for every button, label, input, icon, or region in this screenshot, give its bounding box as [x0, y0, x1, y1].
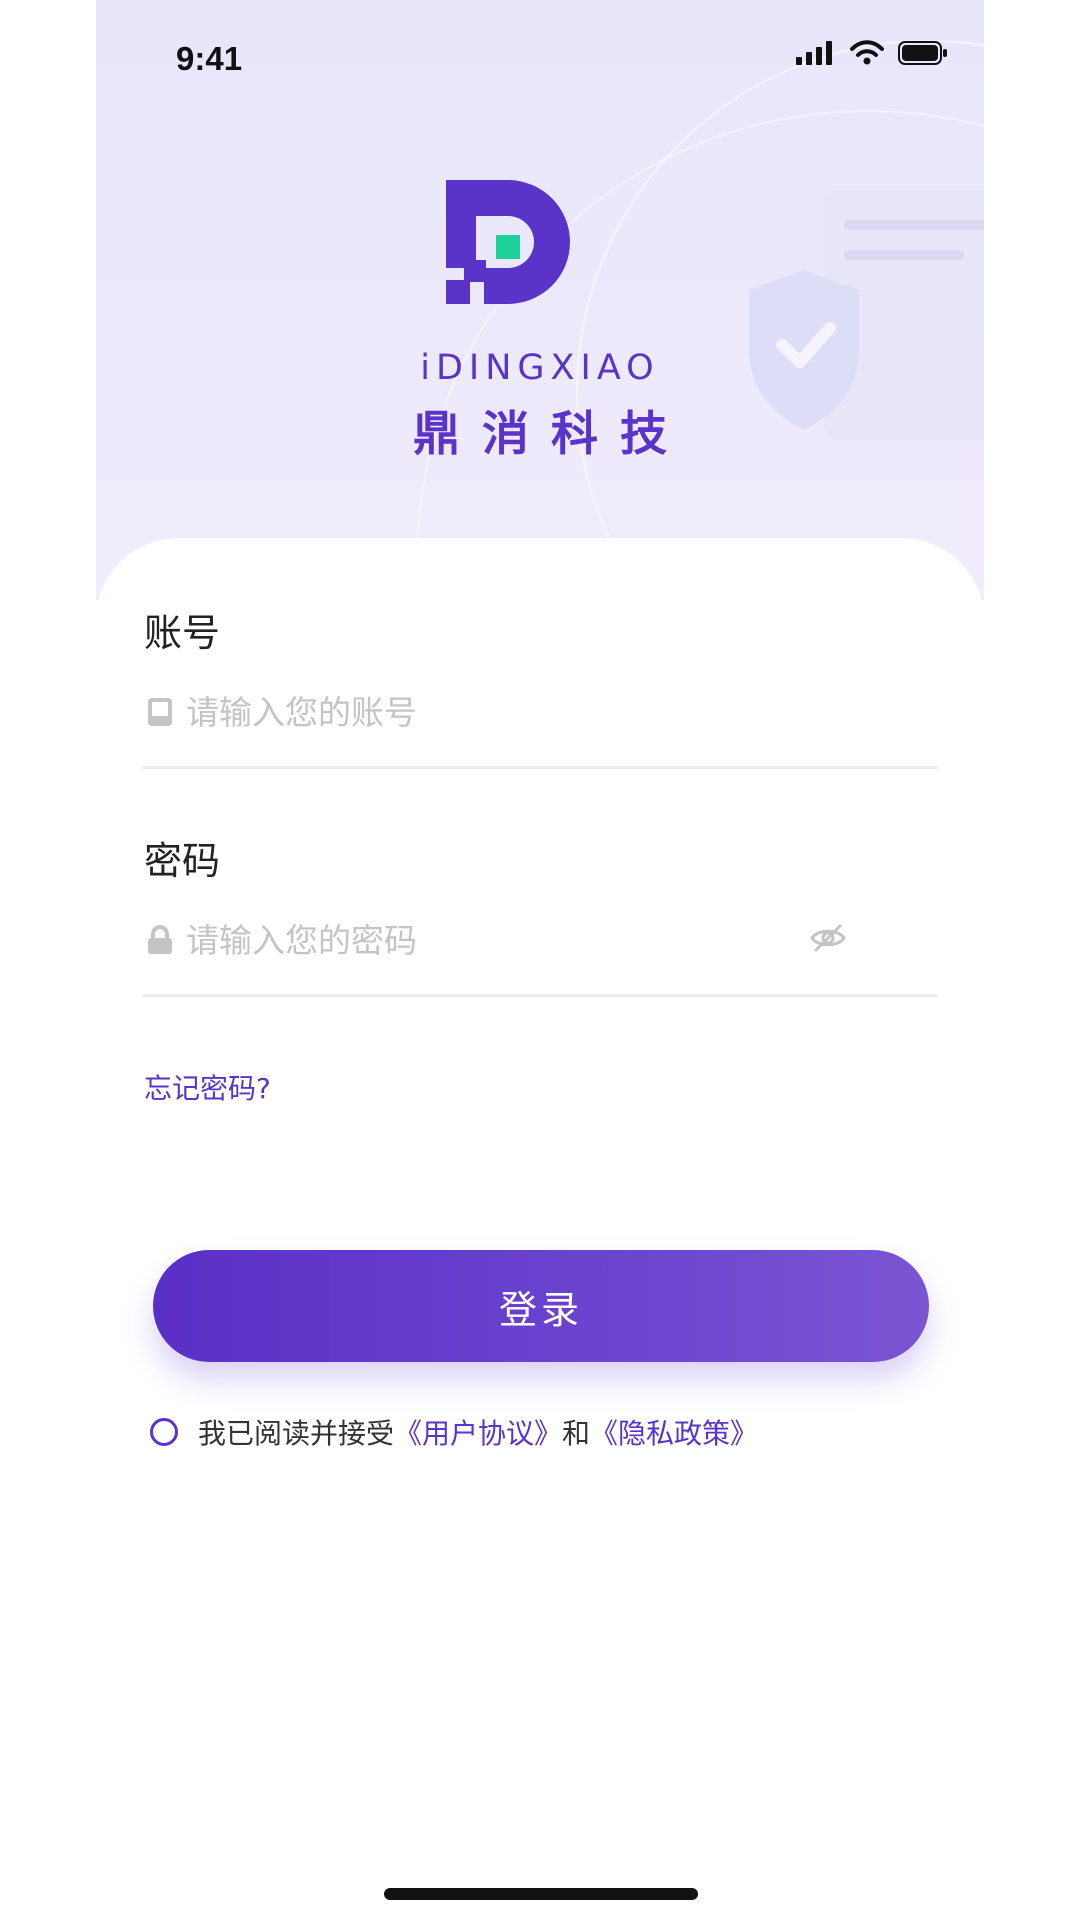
- brand-name-english: iDINGXIAO: [420, 348, 660, 388]
- battery-icon: [898, 41, 947, 65]
- signal-icon: [796, 41, 832, 65]
- account-input[interactable]: [186, 692, 938, 732]
- agreement-row: 我已阅读并接受 《用户协议》 和 《隐私政策》: [150, 1412, 758, 1452]
- privacy-policy-link[interactable]: 《隐私政策》: [590, 1412, 758, 1452]
- lock-icon: [144, 924, 176, 956]
- phone-icon: [144, 696, 176, 728]
- agreement-conjunction: 和: [562, 1417, 591, 1450]
- status-icons: [796, 40, 948, 66]
- login-button[interactable]: 登录: [153, 1250, 929, 1362]
- agreement-prefix: 我已阅读并接受: [198, 1417, 395, 1450]
- account-label: 账号: [144, 611, 221, 655]
- forgot-password-link[interactable]: 忘记密码?: [144, 1067, 271, 1107]
- user-agreement-link[interactable]: 《用户协议》: [394, 1412, 562, 1452]
- password-divider: [142, 994, 938, 997]
- password-label: 密码: [144, 839, 221, 883]
- eye-off-icon[interactable]: [810, 923, 846, 957]
- wifi-icon: [850, 40, 884, 65]
- account-field: [144, 682, 938, 742]
- home-indicator: [384, 1888, 698, 1900]
- status-time: 9:41: [176, 40, 243, 77]
- password-field: [144, 910, 938, 970]
- account-divider: [142, 766, 938, 769]
- status-bar: 9:41: [96, 0, 984, 110]
- phone-screen: 9:41 iDINGXIAO 鼎消科技 账号 请输入您的账号 密码 忘记密码? …: [96, 0, 984, 1920]
- brand-logo-icon: [446, 180, 570, 304]
- agreement-checkbox[interactable]: [150, 1418, 178, 1446]
- brand-name-chinese: 鼎消科技: [413, 407, 689, 462]
- login-card: [96, 538, 984, 1920]
